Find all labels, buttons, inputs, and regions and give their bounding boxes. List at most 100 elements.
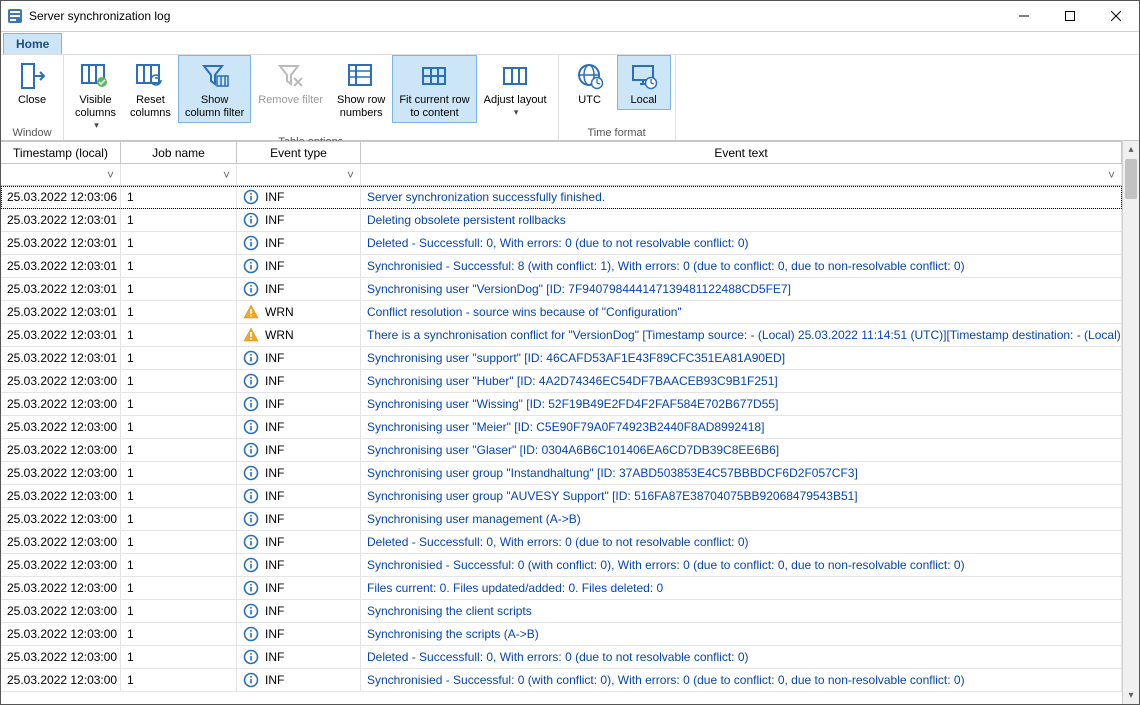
event-level-label: INF (265, 627, 284, 641)
cell-job: 1 (121, 278, 237, 300)
cell-event-text: Synchronising user management (A->B) (361, 508, 1122, 530)
table-row[interactable]: 25.03.2022 12:03:001INFSynchronising the… (1, 600, 1122, 623)
maximize-button[interactable] (1047, 1, 1093, 31)
cell-event-type: INF (237, 416, 361, 438)
remove-filter-button[interactable]: Remove filter (251, 55, 330, 110)
info-icon (243, 557, 259, 573)
filter-timestamp[interactable]: ˅ (1, 164, 121, 185)
adjust-layout-button[interactable]: Adjust layout▾ (477, 55, 554, 121)
cell-event-text: Synchronising user "Huber" [ID: 4A2D7434… (361, 370, 1122, 392)
header-event-text[interactable]: Event text (361, 142, 1122, 163)
utc-button[interactable]: UTC (563, 55, 617, 110)
table-row[interactable]: 25.03.2022 12:03:011WRNThere is a synchr… (1, 324, 1122, 347)
tab-home[interactable]: Home (3, 33, 62, 54)
cell-job: 1 (121, 462, 237, 484)
table-row[interactable]: 25.03.2022 12:03:001INFDeleted - Success… (1, 531, 1122, 554)
info-icon (243, 258, 259, 274)
cell-timestamp: 25.03.2022 12:03:00 (1, 393, 121, 415)
table-numbers-icon (346, 60, 376, 92)
chevron-down-icon: ˅ (347, 168, 354, 182)
warning-icon (243, 304, 259, 320)
grid-rows: 25.03.2022 12:03:061INFServer synchroniz… (1, 186, 1122, 704)
cell-job: 1 (121, 347, 237, 369)
event-level-label: INF (265, 558, 284, 572)
event-level-label: INF (265, 351, 284, 365)
minimize-button[interactable] (1001, 1, 1047, 31)
table-row[interactable]: 25.03.2022 12:03:001INFSynchronising use… (1, 393, 1122, 416)
table-row[interactable]: 25.03.2022 12:03:001INFSynchronising use… (1, 439, 1122, 462)
event-level-label: WRN (265, 305, 294, 319)
info-icon (243, 649, 259, 665)
info-icon (243, 281, 259, 297)
event-level-label: INF (265, 420, 284, 434)
log-grid: Timestamp (local) Job name Event type Ev… (1, 141, 1122, 704)
filter-event-text[interactable]: ˅ (361, 164, 1122, 185)
event-level-label: INF (265, 190, 284, 204)
show-column-filter-button[interactable]: Show column filter (178, 55, 251, 123)
table-row[interactable]: 25.03.2022 12:03:001INFSynchronising use… (1, 416, 1122, 439)
cell-event-text: Synchronising the client scripts (361, 600, 1122, 622)
cell-job: 1 (121, 186, 237, 208)
cell-timestamp: 25.03.2022 12:03:00 (1, 370, 121, 392)
column-headers: Timestamp (local) Job name Event type Ev… (1, 142, 1122, 164)
info-icon (243, 235, 259, 251)
table-row[interactable]: 25.03.2022 12:03:001INFSynchronising use… (1, 508, 1122, 531)
filter-event-type[interactable]: ˅ (237, 164, 361, 185)
table-row[interactable]: 25.03.2022 12:03:011INFSynchronisied - S… (1, 255, 1122, 278)
filter-job[interactable]: ˅ (121, 164, 237, 185)
cell-timestamp: 25.03.2022 12:03:00 (1, 531, 121, 553)
scroll-up-icon[interactable]: ▴ (1123, 141, 1139, 158)
table-row[interactable]: 25.03.2022 12:03:001INFDeleted - Success… (1, 646, 1122, 669)
funnel-remove-icon (276, 60, 306, 92)
table-row[interactable]: 25.03.2022 12:03:001INFSynchronisied - S… (1, 554, 1122, 577)
cell-event-text: Synchronising user "Wissing" [ID: 52F19B… (361, 393, 1122, 415)
grid-area: Timestamp (local) Job name Event type Ev… (1, 141, 1139, 704)
close-window-button[interactable]: Close (5, 55, 59, 110)
filter-row: ˅ ˅ ˅ ˅ (1, 164, 1122, 186)
info-icon (243, 419, 259, 435)
header-timestamp[interactable]: Timestamp (local) (1, 142, 121, 163)
funnel-table-icon (200, 60, 230, 92)
table-row[interactable]: 25.03.2022 12:03:011WRNConflict resoluti… (1, 301, 1122, 324)
local-button[interactable]: Local (617, 55, 671, 110)
cell-job: 1 (121, 508, 237, 530)
vertical-scrollbar[interactable]: ▴ ▾ (1122, 141, 1139, 704)
table-row[interactable]: 25.03.2022 12:03:011INFSynchronising use… (1, 278, 1122, 301)
fit-row-button[interactable]: Fit current row to content (392, 55, 476, 123)
table-row[interactable]: 25.03.2022 12:03:061INFServer synchroniz… (1, 186, 1122, 209)
header-job[interactable]: Job name (121, 142, 237, 163)
table-row[interactable]: 25.03.2022 12:03:011INFDeleting obsolete… (1, 209, 1122, 232)
table-row[interactable]: 25.03.2022 12:03:011INFSynchronising use… (1, 347, 1122, 370)
table-row[interactable]: 25.03.2022 12:03:001INFSynchronising use… (1, 462, 1122, 485)
cell-job: 1 (121, 209, 237, 231)
event-level-label: INF (265, 604, 284, 618)
event-level-label: INF (265, 673, 284, 687)
cell-event-type: INF (237, 485, 361, 507)
table-row[interactable]: 25.03.2022 12:03:001INFSynchronising the… (1, 623, 1122, 646)
visible-columns-button[interactable]: Visible columns▾ (68, 55, 123, 134)
cell-event-type: INF (237, 370, 361, 392)
reset-columns-button[interactable]: Reset columns (123, 55, 178, 123)
event-level-label: INF (265, 236, 284, 250)
cell-job: 1 (121, 485, 237, 507)
cell-event-type: INF (237, 209, 361, 231)
show-row-numbers-button[interactable]: Show row numbers (330, 55, 392, 123)
header-event-type[interactable]: Event type (237, 142, 361, 163)
cell-event-type: INF (237, 554, 361, 576)
table-row[interactable]: 25.03.2022 12:03:001INFSynchronising use… (1, 485, 1122, 508)
close-button[interactable] (1093, 1, 1139, 31)
table-reset-icon (135, 60, 165, 92)
group-label-window: Window (5, 125, 59, 140)
cell-timestamp: 25.03.2022 12:03:00 (1, 462, 121, 484)
table-row[interactable]: 25.03.2022 12:03:001INFFiles current: 0.… (1, 577, 1122, 600)
scroll-down-icon[interactable]: ▾ (1123, 687, 1139, 704)
event-level-label: INF (265, 466, 284, 480)
info-icon (243, 189, 259, 205)
table-layout-icon (500, 60, 530, 92)
table-row[interactable]: 25.03.2022 12:03:001INFSynchronising use… (1, 370, 1122, 393)
cell-job: 1 (121, 255, 237, 277)
table-row[interactable]: 25.03.2022 12:03:001INFSynchronisied - S… (1, 669, 1122, 692)
scroll-thumb[interactable] (1125, 159, 1137, 199)
cell-job: 1 (121, 301, 237, 323)
table-row[interactable]: 25.03.2022 12:03:011INFDeleted - Success… (1, 232, 1122, 255)
